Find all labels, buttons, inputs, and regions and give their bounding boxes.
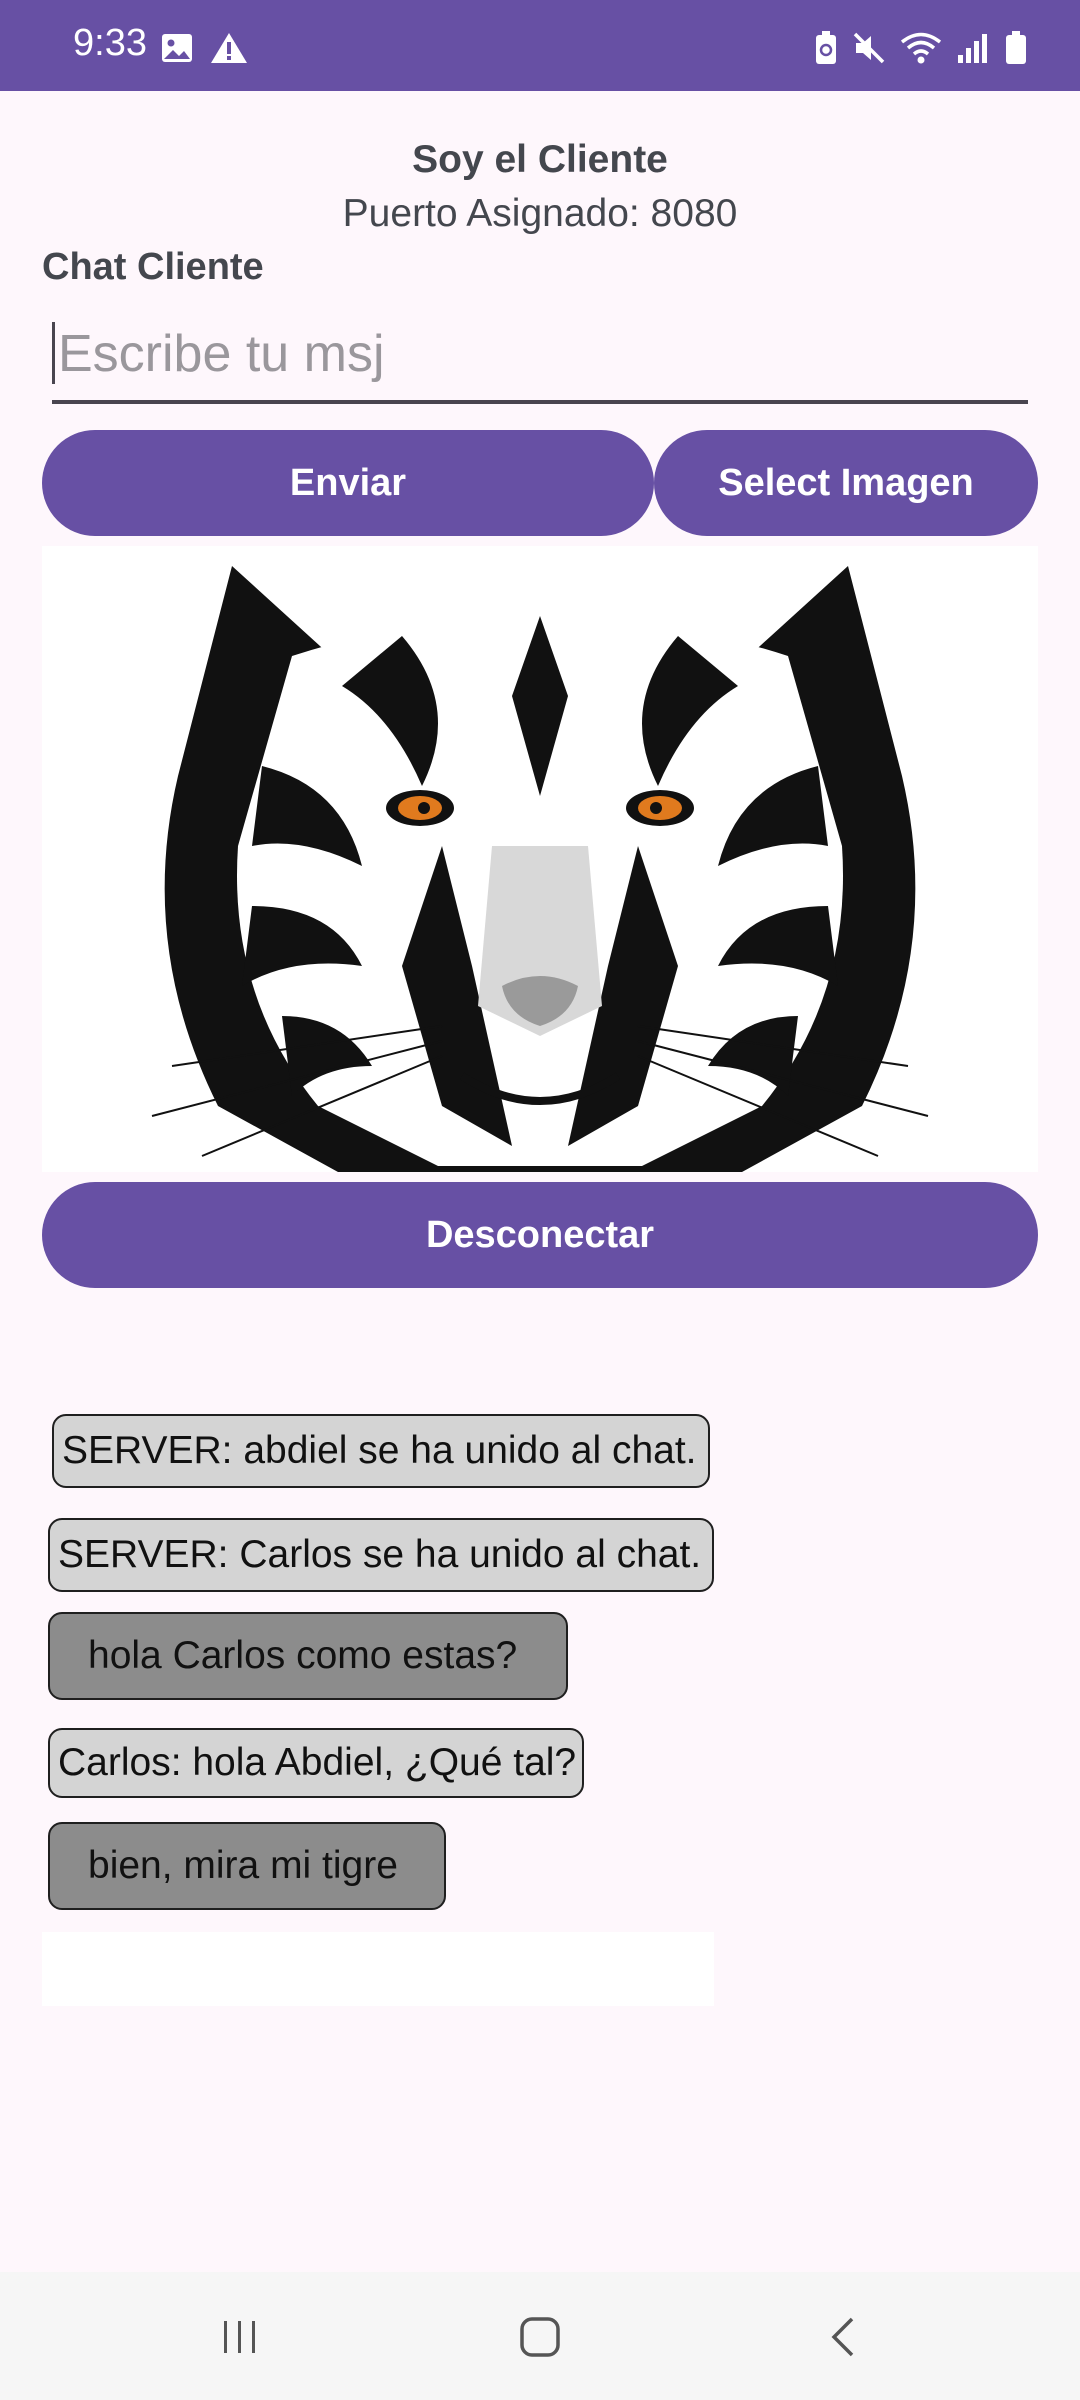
message-input[interactable] [52, 310, 1034, 398]
send-button[interactable]: Enviar [42, 430, 654, 536]
selected-image [42, 546, 1038, 1172]
chat-list-footer [42, 1932, 714, 2006]
message-text: SERVER: Carlos se ha unido al chat. [58, 1533, 702, 1576]
chat-message: SERVER: abdiel se ha unido al chat. [52, 1414, 710, 1488]
chat-label: Chat Cliente [42, 246, 264, 288]
back-icon[interactable] [804, 2302, 884, 2372]
message-text: SERVER: abdiel se ha unido al chat. [62, 1429, 697, 1472]
wifi-icon [900, 31, 942, 70]
status-time: 9:33 [73, 22, 147, 64]
warning-icon [210, 31, 248, 70]
message-input-container [52, 310, 1034, 404]
status-bar: 9:33 [0, 0, 1080, 91]
select-image-button[interactable]: Select Imagen [654, 430, 1038, 536]
chat-message: Carlos: hola Abdiel, ¿Qué tal? [48, 1728, 584, 1798]
message-text: bien, mira mi tigre [88, 1844, 398, 1887]
home-icon[interactable] [500, 2302, 580, 2372]
text-cursor [52, 322, 55, 384]
tiger-face-image [42, 546, 1038, 1172]
battery-icon [1004, 30, 1028, 71]
message-text: hola Carlos como estas? [88, 1634, 518, 1677]
battery-saver-icon [814, 30, 838, 71]
port-label: Puerto Asignado: 8080 [342, 192, 738, 235]
navigation-bar [0, 2272, 1080, 2400]
recent-apps-icon[interactable] [200, 2302, 280, 2372]
disconnect-button[interactable]: Desconectar [42, 1182, 1038, 1288]
gallery-icon [160, 31, 194, 70]
mute-icon [852, 31, 886, 70]
chat-message: bien, mira mi tigre [48, 1822, 446, 1910]
page-title: Soy el Cliente [412, 138, 668, 181]
chat-message: SERVER: Carlos se ha unido al chat. [48, 1518, 714, 1592]
message-text: Carlos: hola Abdiel, ¿Qué tal? [58, 1741, 577, 1784]
chat-message: hola Carlos como estas? [48, 1612, 568, 1700]
signal-icon [956, 31, 990, 70]
